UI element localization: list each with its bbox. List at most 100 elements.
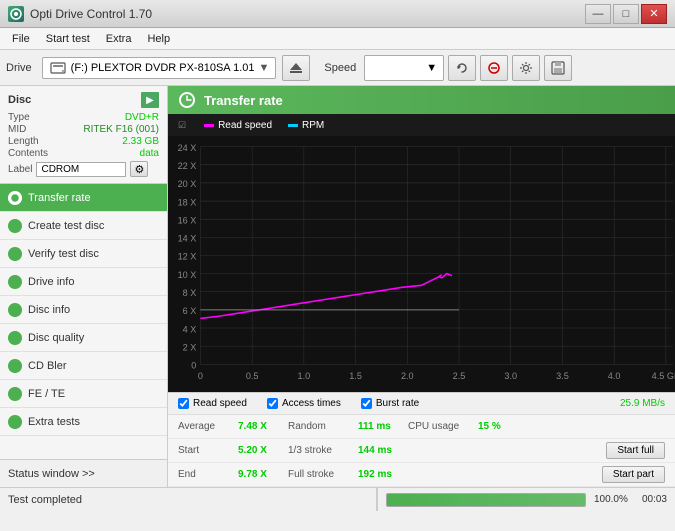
menu-extra[interactable]: Extra: [98, 31, 140, 47]
status-text: Test completed: [0, 488, 377, 511]
minimize-button[interactable]: —: [585, 4, 611, 24]
svg-text:2.0: 2.0: [401, 371, 414, 381]
drive-select[interactable]: (F:) PLEXTOR DVDR PX-810SA 1.01 ▼: [42, 57, 277, 79]
graph-icon: [178, 91, 196, 109]
disc-label-input[interactable]: [36, 162, 126, 177]
disc-mid-label: MID: [8, 124, 26, 135]
disc-contents-label: Contents: [8, 148, 48, 159]
sidebar-item-label-fe-te: FE / TE: [28, 388, 65, 400]
sidebar-item-verify-test-disc[interactable]: Verify test disc: [0, 240, 167, 268]
svg-text:2 X: 2 X: [183, 342, 197, 352]
svg-text:6 X: 6 X: [183, 306, 197, 316]
legend-prefix: ☑: [178, 120, 186, 131]
progress-section: 100.0% 00:03: [377, 488, 675, 511]
menu-file[interactable]: File: [4, 31, 38, 47]
progress-percent: 100.0%: [594, 494, 634, 505]
progress-bar-fill: [387, 494, 585, 506]
svg-text:0: 0: [191, 360, 196, 370]
disc-length-value: 2.33 GB: [122, 136, 159, 147]
disc-label-label: Label: [8, 164, 32, 175]
statusbar: Test completed 100.0% 00:03: [0, 487, 675, 511]
one-third-stroke-value: 144 ms: [358, 445, 408, 456]
status-window-button[interactable]: Status window >>: [0, 459, 167, 487]
full-stroke-label: Full stroke: [288, 469, 358, 480]
refresh-button[interactable]: [448, 55, 476, 81]
eject-button[interactable]: [282, 55, 310, 81]
disc-length-label: Length: [8, 136, 39, 147]
settings-button[interactable]: [512, 55, 540, 81]
speed-section: Speed ▼: [324, 55, 572, 81]
disc-label-row: Label ⚙: [8, 161, 159, 177]
erase-button[interactable]: [480, 55, 508, 81]
checkbox-read-speed: Read speed: [178, 398, 247, 409]
svg-text:10 X: 10 X: [178, 270, 197, 280]
speed-dropdown-arrow-icon: ▼: [426, 62, 437, 74]
sidebar-item-label-disc-info: Disc info: [28, 304, 70, 316]
save-button[interactable]: [544, 55, 572, 81]
access-times-checkbox[interactable]: [267, 398, 278, 409]
sidebar-item-label-cd-bler: CD Bler: [28, 360, 67, 372]
svg-text:8 X: 8 X: [183, 288, 197, 298]
label-gear-button[interactable]: ⚙: [130, 161, 148, 177]
stats-row-start: Start 5.20 X 1/3 stroke 144 ms Start ful…: [168, 439, 675, 463]
maximize-button[interactable]: □: [613, 4, 639, 24]
speed-select[interactable]: ▼: [364, 55, 444, 81]
sidebar-item-cd-bler[interactable]: CD Bler: [0, 352, 167, 380]
main-area: Disc ▶ Type DVD+R MID RITEK F16 (001) Le…: [0, 86, 675, 487]
window-controls: — □ ✕: [585, 4, 667, 24]
svg-text:20 X: 20 X: [178, 179, 197, 189]
disc-quality-icon: [8, 331, 22, 345]
sidebar-item-label-disc-quality: Disc quality: [28, 332, 84, 344]
sidebar-item-disc-quality[interactable]: Disc quality: [0, 324, 167, 352]
svg-text:2.5: 2.5: [453, 371, 466, 381]
sidebar-item-fe-te[interactable]: FE / TE: [0, 380, 167, 408]
access-times-checkbox-label: Access times: [282, 398, 341, 409]
menu-help[interactable]: Help: [139, 31, 178, 47]
chart-area: 24 X 22 X 20 X 18 X 16 X 14 X 12 X 10 X …: [168, 136, 675, 392]
read-speed-checkbox[interactable]: [178, 398, 189, 409]
start-full-button[interactable]: Start full: [606, 442, 665, 459]
cd-bler-icon: [8, 359, 22, 373]
cpu-usage-label: CPU usage: [408, 421, 478, 432]
close-button[interactable]: ✕: [641, 4, 667, 24]
sidebar-item-create-test-disc[interactable]: Create test disc: [0, 212, 167, 240]
sidebar-item-transfer-rate[interactable]: Transfer rate: [0, 184, 167, 212]
cpu-usage-value: 15 %: [478, 421, 528, 432]
burst-rate-value: 25.9 MB/s: [620, 398, 665, 409]
app-icon: [8, 6, 24, 22]
disc-mid-row: MID RITEK F16 (001): [8, 124, 159, 135]
legend-read-speed-label: Read speed: [218, 120, 272, 131]
burst-rate-checkbox[interactable]: [361, 398, 372, 409]
sidebar-item-drive-info[interactable]: Drive info: [0, 268, 167, 296]
sidebar-item-disc-info[interactable]: Disc info: [0, 296, 167, 324]
checkbox-burst-rate: Burst rate: [361, 398, 419, 409]
menu-start-test[interactable]: Start test: [38, 31, 98, 47]
svg-text:4 X: 4 X: [183, 324, 197, 334]
status-message: Test completed: [8, 494, 82, 506]
fe-te-icon: [8, 387, 22, 401]
disc-arrow-button[interactable]: ▶: [141, 92, 159, 108]
stats-row-end: End 9.78 X Full stroke 192 ms Start part: [168, 463, 675, 487]
drive-icon: [49, 60, 67, 76]
right-panel: Transfer rate ☑ Read speed RPM 24 X 22 X: [168, 86, 675, 487]
menubar: File Start test Extra Help: [0, 28, 675, 50]
svg-text:1.0: 1.0: [298, 371, 311, 381]
checkboxes-row: Read speed Access times Burst rate 25.9 …: [168, 392, 675, 414]
one-third-stroke-label: 1/3 stroke: [288, 445, 358, 456]
legend-rpm: RPM: [288, 120, 324, 131]
start-part-button[interactable]: Start part: [602, 466, 665, 483]
svg-text:3.5: 3.5: [556, 371, 569, 381]
disc-type-row: Type DVD+R: [8, 112, 159, 123]
legend-rpm-label: RPM: [302, 120, 324, 131]
sidebar-item-label-transfer-rate: Transfer rate: [28, 192, 91, 204]
burst-rate-checkbox-label: Burst rate: [376, 398, 419, 409]
svg-text:4.5 GB: 4.5 GB: [652, 371, 675, 381]
sidebar-item-extra-tests[interactable]: Extra tests: [0, 408, 167, 436]
disc-contents-value: data: [140, 148, 159, 159]
random-label: Random: [288, 421, 358, 432]
svg-text:16 X: 16 X: [178, 215, 197, 225]
svg-text:1.5: 1.5: [349, 371, 362, 381]
chart-svg: 24 X 22 X 20 X 18 X 16 X 14 X 12 X 10 X …: [168, 136, 675, 392]
svg-text:3.0: 3.0: [504, 371, 517, 381]
sidebar-item-label-create-test-disc: Create test disc: [28, 220, 104, 232]
